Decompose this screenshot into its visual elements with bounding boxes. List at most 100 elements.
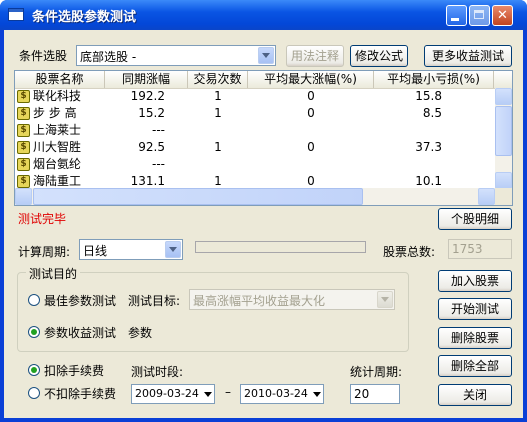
dropdown-arrow-icon[interactable] [204,392,212,397]
stock-icon: $ [17,124,30,137]
condition-label: 条件选股 [19,49,68,63]
condition-value: 底部选股 - [80,50,137,64]
best-param-label[interactable]: 最佳参数测试 [44,292,116,309]
edit-formula-button[interactable]: 修改公式 [350,45,408,67]
vertical-scrollbar[interactable] [495,88,512,189]
chevron-down-icon[interactable] [165,241,181,258]
end-date-value: 2010-03-24 [244,387,308,400]
dialog-window: 条件选股参数测试 ✕ 条件选股 底部选股 - 用法注释 修改公式 更多收益测试 … [0,0,527,422]
stock-icon: $ [17,141,30,154]
deduct-fee-radio[interactable] [28,364,40,376]
no-deduct-fee-radio[interactable] [28,387,40,399]
cell-gain: --- [152,123,165,137]
scroll-corner [495,188,512,205]
stock-icon: $ [17,107,30,120]
test-progress-bar [195,241,366,253]
cell-gain: 15.2 [138,106,165,120]
period-label: 计算周期: [18,245,71,259]
add-stock-button[interactable]: 加入股票 [438,270,512,292]
table-row[interactable]: $ 烟台氨纶 --- [15,156,493,173]
close-window-button[interactable]: ✕ [492,5,513,26]
stock-name-cell: 川大智胜 [33,140,82,154]
stock-total-field: 1753 [448,239,512,259]
more-tests-button[interactable]: 更多收益测试 [424,45,512,67]
chevron-down-icon [377,291,393,308]
col-header-gain[interactable]: 同期涨幅 [105,71,188,88]
table-row[interactable]: $ 川大智胜 92.5 1 0 37.3 [15,139,493,156]
scroll-down-button[interactable] [495,172,512,189]
horizontal-scrollbar[interactable] [15,188,495,205]
table-row[interactable]: $ 上海莱士 --- [15,122,493,139]
stock-name-cell: 烟台氨纶 [33,157,82,171]
window-title: 条件选股参数测试 [32,10,137,25]
col-header-avg-min[interactable]: 平均最小亏损(%) [374,71,494,88]
test-period-label: 测试时段: [131,365,184,379]
end-date-picker[interactable]: 2010-03-24 [240,384,324,404]
cell-avg_min: 15.8 [415,89,442,103]
best-param-radio[interactable] [28,294,40,306]
table-header: 股票名称 同期涨幅 交易次数 平均最大涨幅(%) 平均最小亏损(%) [15,71,512,89]
condition-select[interactable]: 底部选股 - [76,45,276,66]
period-value: 日线 [83,244,108,258]
cell-avg_min: 37.3 [415,140,442,154]
scroll-left-button[interactable] [15,188,32,205]
test-target-value: 最高涨幅平均收益最大化 [193,294,326,308]
col-header-avg-max[interactable]: 平均最大涨幅(%) [248,71,374,88]
stock-name-cell: 联化科技 [33,89,82,103]
date-separator: – [225,385,231,399]
cell-gain: --- [152,157,165,171]
cell-gain: 192.2 [130,89,165,103]
cell-trades: 1 [214,106,222,120]
horizontal-scroll-thumb[interactable] [33,188,363,205]
param-gain-label[interactable]: 参数收益测试 [44,324,116,341]
dialog-client: 条件选股 底部选股 - 用法注释 修改公式 更多收益测试 股票名称 同期涨幅 交… [4,30,523,418]
col-header-name[interactable]: 股票名称 [15,71,105,88]
test-target-select: 最高涨幅平均收益最大化 [189,289,395,310]
cell-gain: 92.5 [138,140,165,154]
stock-name-cell: 上海莱士 [33,123,82,137]
table-row[interactable]: $ 联化科技 192.2 1 0 15.8 [15,88,493,105]
cell-trades: 1 [214,140,222,154]
start-test-button[interactable]: 开始测试 [438,298,512,320]
stock-detail-button[interactable]: 个股明细 [438,208,512,230]
stock-total-label: 股票总数: [383,245,436,259]
delete-stock-button[interactable]: 删除股票 [438,327,512,349]
title-bar[interactable]: 条件选股参数测试 ✕ [0,0,527,30]
stock-icon: $ [17,90,30,103]
close-button[interactable]: 关闭 [438,384,512,406]
vertical-scroll-thumb[interactable] [495,106,512,156]
cell-avg_max: 0 [307,106,315,120]
maximize-button[interactable] [469,5,490,26]
cell-avg_max: 0 [307,140,315,154]
stock-result-table[interactable]: 股票名称 同期涨幅 交易次数 平均最大涨幅(%) 平均最小亏损(%) $ 联化科技… [14,70,513,206]
usage-notes-button[interactable]: 用法注释 [286,45,344,67]
deduct-fee-label[interactable]: 扣除手续费 [44,362,104,379]
scroll-up-button[interactable] [495,88,512,105]
status-text: 测试完毕 [18,212,67,226]
cell-avg_min: 8.5 [422,106,442,120]
scroll-right-button[interactable] [478,188,495,205]
stat-period-field[interactable]: 20 [350,384,400,404]
param-gain-radio[interactable] [28,326,40,338]
period-select[interactable]: 日线 [79,239,183,260]
window-icon [8,8,24,21]
no-deduct-fee-label[interactable]: 不扣除手续费 [44,385,116,402]
dropdown-arrow-icon[interactable] [313,392,321,397]
table-row[interactable]: $ 步 步 高 15.2 1 0 8.5 [15,105,493,122]
param-label: 参数 [128,326,153,340]
stock-icon: $ [17,175,30,188]
stock-icon: $ [17,158,30,171]
chevron-down-icon[interactable] [258,47,274,64]
cell-trades: 1 [214,89,222,103]
minimize-button[interactable] [446,5,467,26]
start-date-value: 2009-03-24 [135,387,199,400]
close-icon: ✕ [497,8,508,23]
cell-avg_max: 0 [307,89,315,103]
stock-name-cell: 步 步 高 [33,106,77,120]
stat-period-label: 统计周期: [350,365,403,379]
delete-all-button[interactable]: 删除全部 [438,355,512,377]
test-target-label: 测试目标: [128,294,181,308]
test-purpose-title: 测试目的 [26,265,81,282]
col-header-trades[interactable]: 交易次数 [188,71,248,88]
start-date-picker[interactable]: 2009-03-24 [131,384,215,404]
